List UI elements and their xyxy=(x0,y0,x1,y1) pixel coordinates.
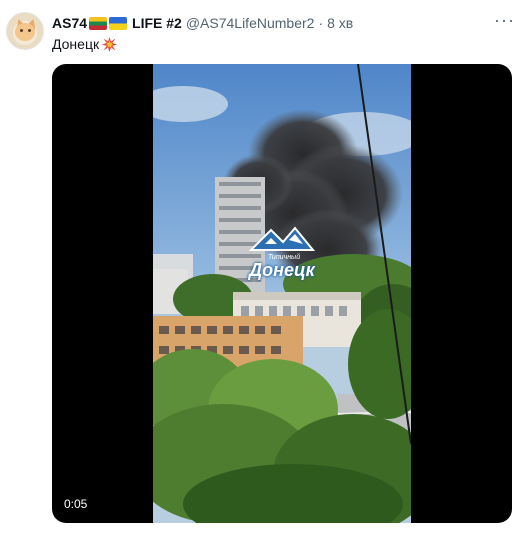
display-name-suffix: LIFE #2 xyxy=(132,15,182,31)
collision-icon xyxy=(102,36,118,52)
video-duration: 0:05 xyxy=(64,497,88,511)
video-frame xyxy=(153,64,411,523)
ukraine-flag-icon xyxy=(109,16,128,30)
tweet-text: Донецк xyxy=(52,36,118,52)
more-dots-icon[interactable]: ··· xyxy=(494,11,515,29)
separator-dot: · xyxy=(318,15,324,31)
tweet-time[interactable]: 8 хв xyxy=(327,15,353,31)
user-handle[interactable]: @AS74LifeNumber2 xyxy=(186,15,315,31)
avatar[interactable] xyxy=(6,12,44,50)
display-name-text: AS74 xyxy=(52,15,88,31)
cat-eye xyxy=(20,29,23,32)
tweet-header: AS74 LIFE #2 @AS74LifeNumber2 · 8 хв xyxy=(52,13,353,33)
display-name[interactable]: AS74 LIFE #2 xyxy=(52,15,182,31)
tweet-text-content: Донецк xyxy=(52,36,100,52)
lithuania-flag-icon xyxy=(89,16,108,30)
cat-face xyxy=(15,23,35,41)
video-player[interactable]: Типичный Донецк 0:05 xyxy=(52,64,512,523)
cat-eye xyxy=(28,29,31,32)
